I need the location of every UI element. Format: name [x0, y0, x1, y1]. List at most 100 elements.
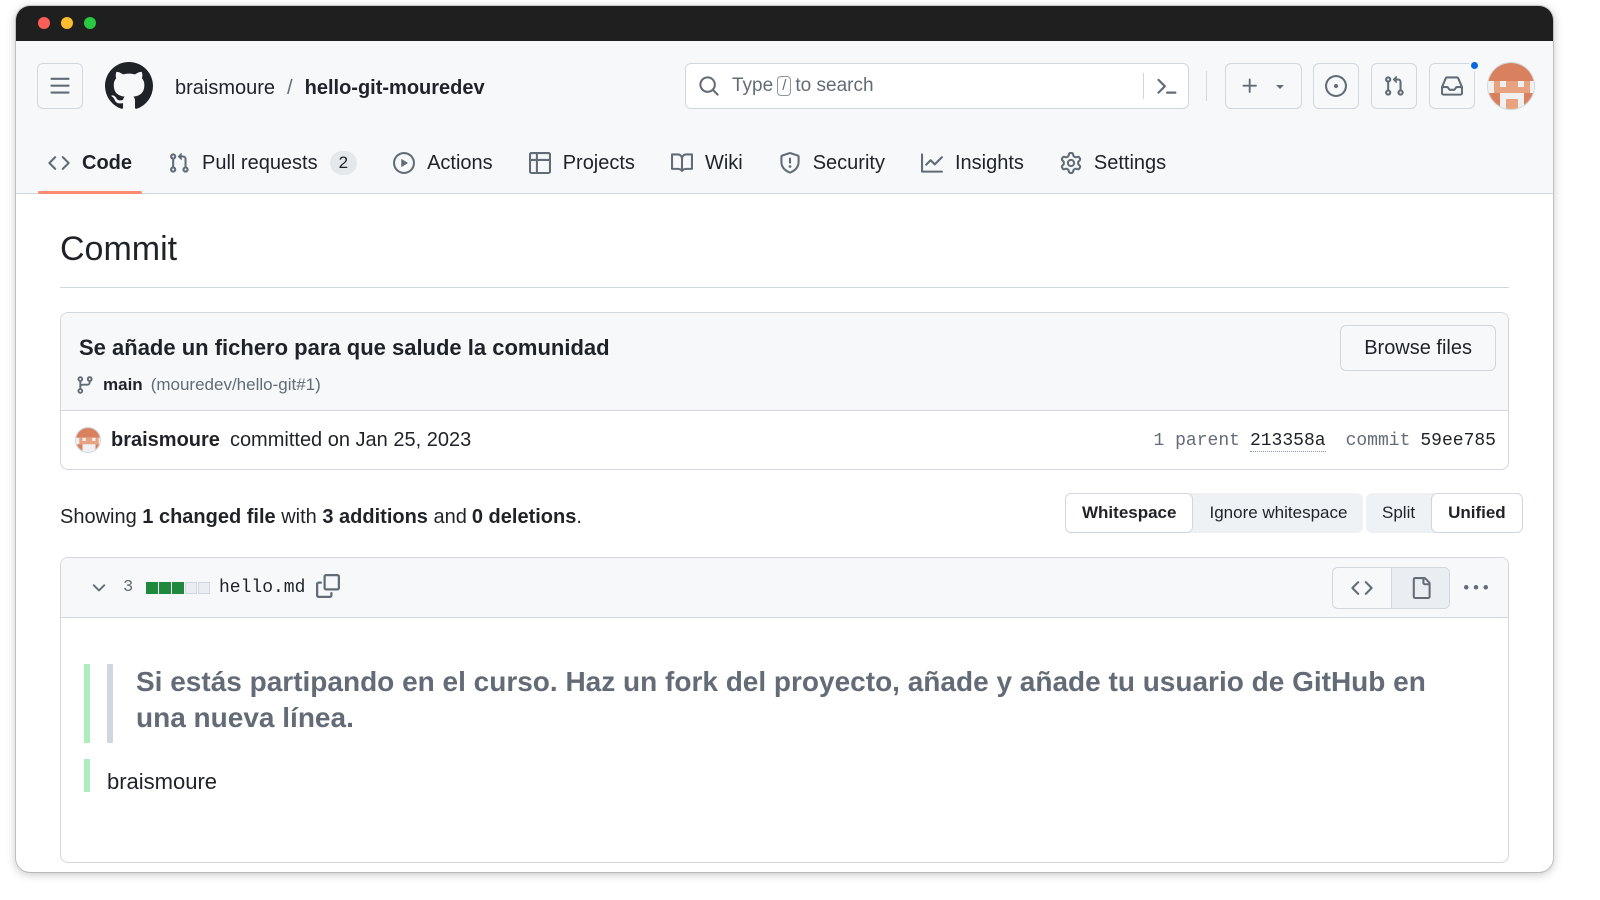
code-icon	[1351, 577, 1373, 599]
rendered-paragraph: braismoure	[107, 769, 218, 794]
commit-message: Se añade un fichero para que salude la c…	[79, 335, 610, 360]
repo-tabs: Code Pull requests 2 Actions Projects Wi…	[38, 133, 1192, 194]
search-shortcut-key: /	[777, 76, 792, 96]
minimize-window-button[interactable]	[61, 17, 73, 29]
chevron-down-icon[interactable]	[89, 578, 109, 598]
branch-link[interactable]: main	[103, 375, 143, 395]
diffstat-added-block	[172, 582, 184, 594]
source-diff-button[interactable]	[1333, 568, 1391, 608]
added-line-marker	[84, 664, 90, 743]
rich-diff-button[interactable]	[1391, 568, 1449, 608]
command-palette-icon[interactable]	[1154, 75, 1178, 99]
pr-reference-link[interactable]: (mouredev/hello-git#1)	[151, 375, 321, 395]
summary-deletions: 0 deletions	[471, 506, 577, 528]
window-titlebar	[16, 6, 1553, 41]
diffstat-added-block	[146, 582, 158, 594]
parent-sha-link[interactable]: 213358a	[1249, 431, 1326, 452]
parent-label: 1 parent	[1153, 431, 1240, 451]
browse-files-button[interactable]: Browse files	[1340, 325, 1496, 371]
split-view-option[interactable]: Split	[1366, 493, 1431, 533]
issue-opened-icon	[1325, 75, 1347, 97]
commit-sha: 59ee785	[1420, 431, 1496, 451]
diff-view-toggle: Split Unified	[1366, 493, 1523, 533]
commit-meta: braismoure committed on Jan 25, 2023 1 p…	[61, 411, 1508, 469]
whitespace-option[interactable]: Whitespace	[1065, 493, 1194, 533]
book-icon	[670, 152, 693, 174]
create-new-button[interactable]	[1225, 63, 1302, 109]
kebab-horizontal-icon[interactable]	[1464, 576, 1488, 600]
git-pull-request-icon	[168, 152, 190, 174]
repo-header: braismoure / hello-git-mouredev Type / t…	[16, 41, 1553, 194]
file-icon	[1410, 577, 1432, 599]
file-view-toggle	[1332, 567, 1450, 609]
tab-pull-requests[interactable]: Pull requests 2	[158, 133, 367, 193]
commit-header: Se añade un fichero para que salude la c…	[61, 313, 1508, 411]
summary-additions: 3 additions	[322, 506, 428, 528]
ignore-whitespace-option[interactable]: Ignore whitespace	[1193, 493, 1363, 533]
graph-icon	[920, 152, 943, 174]
github-logo[interactable]	[104, 62, 153, 115]
commit-author: braismoure committed on Jan 25, 2023	[75, 427, 471, 453]
tab-security-label: Security	[812, 151, 885, 174]
tab-insights-label: Insights	[954, 151, 1024, 174]
file-header: 3 hello.md	[61, 558, 1508, 618]
diffstat-bar	[146, 582, 210, 594]
rendered-blockquote: Si estás partipando en el curso. Haz un …	[136, 666, 1426, 733]
tab-security[interactable]: Security	[769, 133, 895, 193]
tab-wiki-label: Wiki	[704, 151, 743, 174]
tab-code[interactable]: Code	[38, 133, 142, 194]
commit-details: Se añade un fichero para que salude la c…	[60, 312, 1509, 470]
tab-insights[interactable]: Insights	[911, 133, 1034, 193]
diffstat-neutral-block	[185, 582, 197, 594]
tab-settings[interactable]: Settings	[1050, 133, 1176, 193]
avatar[interactable]	[1487, 62, 1535, 110]
git-pull-request-icon	[1383, 75, 1405, 97]
summary-showing: Showing	[60, 506, 137, 528]
hamburger-icon	[49, 75, 71, 97]
author-link[interactable]: braismoure	[111, 429, 220, 452]
summary-and: and	[433, 506, 467, 528]
tab-wiki[interactable]: Wiki	[661, 133, 753, 193]
added-line-marker	[84, 759, 90, 792]
author-avatar[interactable]	[75, 427, 101, 453]
issues-button[interactable]	[1313, 63, 1359, 109]
pull-requests-button[interactable]	[1371, 63, 1417, 109]
blockquote-border	[107, 664, 113, 743]
unified-view-option[interactable]: Unified	[1431, 493, 1523, 533]
search-icon	[698, 75, 720, 97]
menu-button[interactable]	[37, 63, 83, 109]
triangle-down-icon	[1272, 78, 1288, 94]
shield-icon	[779, 152, 801, 174]
search-divider	[1143, 73, 1144, 99]
file-name[interactable]: hello.md	[219, 578, 305, 598]
play-icon	[393, 152, 416, 174]
committed-date: committed on Jan 25, 2023	[229, 428, 472, 451]
copy-icon[interactable]	[316, 574, 340, 598]
plus-icon	[1240, 76, 1260, 96]
title-divider	[60, 287, 1509, 288]
tab-actions-label: Actions	[427, 151, 493, 174]
notification-dot	[1469, 60, 1480, 71]
gear-icon	[1060, 152, 1082, 174]
summary-period: .	[576, 506, 582, 528]
commit-label: commit	[1345, 431, 1411, 451]
git-branch-icon	[75, 375, 95, 395]
owner-link[interactable]: braismoure	[175, 77, 275, 100]
maximize-window-button[interactable]	[84, 17, 96, 29]
breadcrumb: braismoure / hello-git-mouredev	[175, 77, 485, 100]
search-placeholder-prefix: Type	[732, 75, 774, 96]
tab-actions[interactable]: Actions	[383, 133, 503, 193]
search-input[interactable]: Type / to search	[685, 63, 1189, 109]
close-window-button[interactable]	[38, 17, 50, 29]
diffstat-neutral-block	[198, 582, 210, 594]
tab-projects[interactable]: Projects	[519, 133, 645, 193]
path-separator: /	[287, 77, 293, 99]
tab-code-label: Code	[82, 151, 132, 174]
tab-pull-requests-label: Pull requests	[202, 151, 318, 174]
notifications-button[interactable]	[1429, 60, 1480, 109]
commit-shas: 1 parent 213358a commit 59ee785	[1154, 431, 1496, 452]
repo-link[interactable]: hello-git-mouredev	[305, 77, 485, 100]
tab-projects-label: Projects	[562, 151, 635, 174]
diff-summary: Showing 1 changed file with 3 additions …	[60, 506, 582, 529]
inbox-icon	[1441, 75, 1463, 97]
